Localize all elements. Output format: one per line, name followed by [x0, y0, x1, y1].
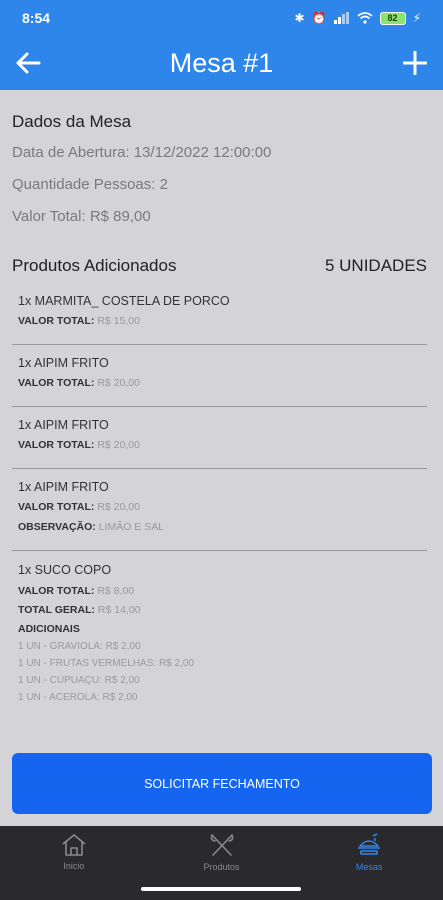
product-valor: VALOR TOTAL: R$ 8,00	[18, 585, 135, 597]
product-item[interactable]: 1x AIPIM FRITO VALOR TOTAL: R$ 20,00	[12, 356, 427, 389]
adicional-item: 1 UN - GRAVIOLA: R$ 2,00	[18, 641, 141, 652]
divider	[12, 344, 427, 345]
divider	[12, 406, 427, 407]
status-bar: 8:54 ✱ ⏰ 82 ⚡	[0, 0, 443, 36]
nav-label: Inicio	[63, 861, 85, 871]
nav-item-produtos[interactable]: Produtos	[148, 826, 296, 878]
food-tray-icon	[358, 833, 381, 855]
solicitar-fechamento-button[interactable]: SOLICITAR FECHAMENTO	[12, 753, 432, 814]
page-title: Mesa #1	[169, 47, 274, 78]
product-name: 1x AIPIM FRITO	[18, 480, 109, 494]
product-item[interactable]: 1x SUCO COPO VALOR TOTAL: R$ 8,00 TOTAL …	[12, 563, 427, 703]
product-name: 1x AIPIM FRITO	[18, 356, 109, 370]
product-item[interactable]: 1x AIPIM FRITO VALOR TOTAL: R$ 20,00	[12, 418, 427, 451]
product-item[interactable]: 1x AIPIM FRITO VALOR TOTAL: R$ 20,00 OBS…	[12, 480, 427, 533]
signal-icon	[333, 12, 349, 24]
product-total-geral: TOTAL GERAL: R$ 14,00	[18, 604, 141, 616]
produtos-section-title: Produtos Adicionados	[12, 256, 177, 275]
product-name: 1x MARMITA_ COSTELA DE PORCO	[18, 294, 230, 308]
main-content[interactable]: Dados da Mesa Data de Abertura: 13/12/20…	[0, 90, 443, 826]
divider	[12, 468, 427, 469]
app-bar: Mesa #1	[0, 36, 443, 90]
adicional-item: 1 UN - ACEROLA: R$ 2,00	[18, 692, 138, 703]
nav-item-mesas[interactable]: Mesas	[295, 826, 443, 878]
mesa-section-title: Dados da Mesa	[12, 112, 132, 131]
product-name: 1x SUCO COPO	[18, 563, 112, 577]
total-text: Valor Total: R$ 89,00	[12, 208, 151, 225]
wifi-icon	[357, 12, 373, 24]
bottom-nav: Inicio Produtos Mesas	[0, 826, 443, 878]
product-name: 1x AIPIM FRITO	[18, 418, 109, 432]
pessoas-text: Quantidade Pessoas: 2	[12, 176, 168, 193]
nav-item-inicio[interactable]: Inicio	[0, 826, 148, 878]
system-nav-bar	[0, 878, 443, 900]
plus-icon	[403, 51, 427, 75]
product-item[interactable]: 1x MARMITA_ COSTELA DE PORCO VALOR TOTAL…	[12, 294, 427, 327]
adicionais-label: ADICIONAIS	[18, 623, 80, 635]
adicional-item: 1 UN - FRUTAS VERMELHAS: R$ 2,00	[18, 658, 194, 669]
bluetooth-icon: ✱	[294, 11, 305, 25]
product-valor: VALOR TOTAL: R$ 20,00	[18, 501, 140, 513]
back-button[interactable]	[12, 47, 44, 79]
unidades-count: 5 UNIDADES	[324, 256, 427, 275]
home-icon	[62, 834, 86, 856]
nav-label: Produtos	[203, 862, 240, 872]
product-valor: VALOR TOTAL: R$ 15,00	[18, 315, 140, 327]
adicional-item: 1 UN - CUPUAÇU: R$ 2,00	[18, 675, 140, 686]
home-handle[interactable]	[141, 887, 301, 891]
product-valor: VALOR TOTAL: R$ 20,00	[18, 439, 140, 451]
charging-icon: ⚡	[412, 11, 421, 25]
battery-icon: 82	[379, 11, 406, 25]
product-valor: VALOR TOTAL: R$ 20,00	[18, 377, 140, 389]
product-observacao: OBSERVAÇÃO: LIMÃO E SAL	[18, 521, 165, 533]
abertura-text: Data de Abertura: 13/12/2022 12:00:00	[12, 144, 272, 161]
divider	[12, 550, 427, 551]
status-time: 8:54	[22, 10, 51, 26]
status-icons: ✱ ⏰ 82 ⚡	[295, 11, 421, 25]
alarm-icon: ⏰	[311, 11, 327, 25]
nav-label: Mesas	[355, 862, 383, 872]
utensils-icon	[210, 834, 233, 856]
add-button[interactable]	[399, 47, 431, 79]
arrow-left-icon	[16, 52, 41, 74]
